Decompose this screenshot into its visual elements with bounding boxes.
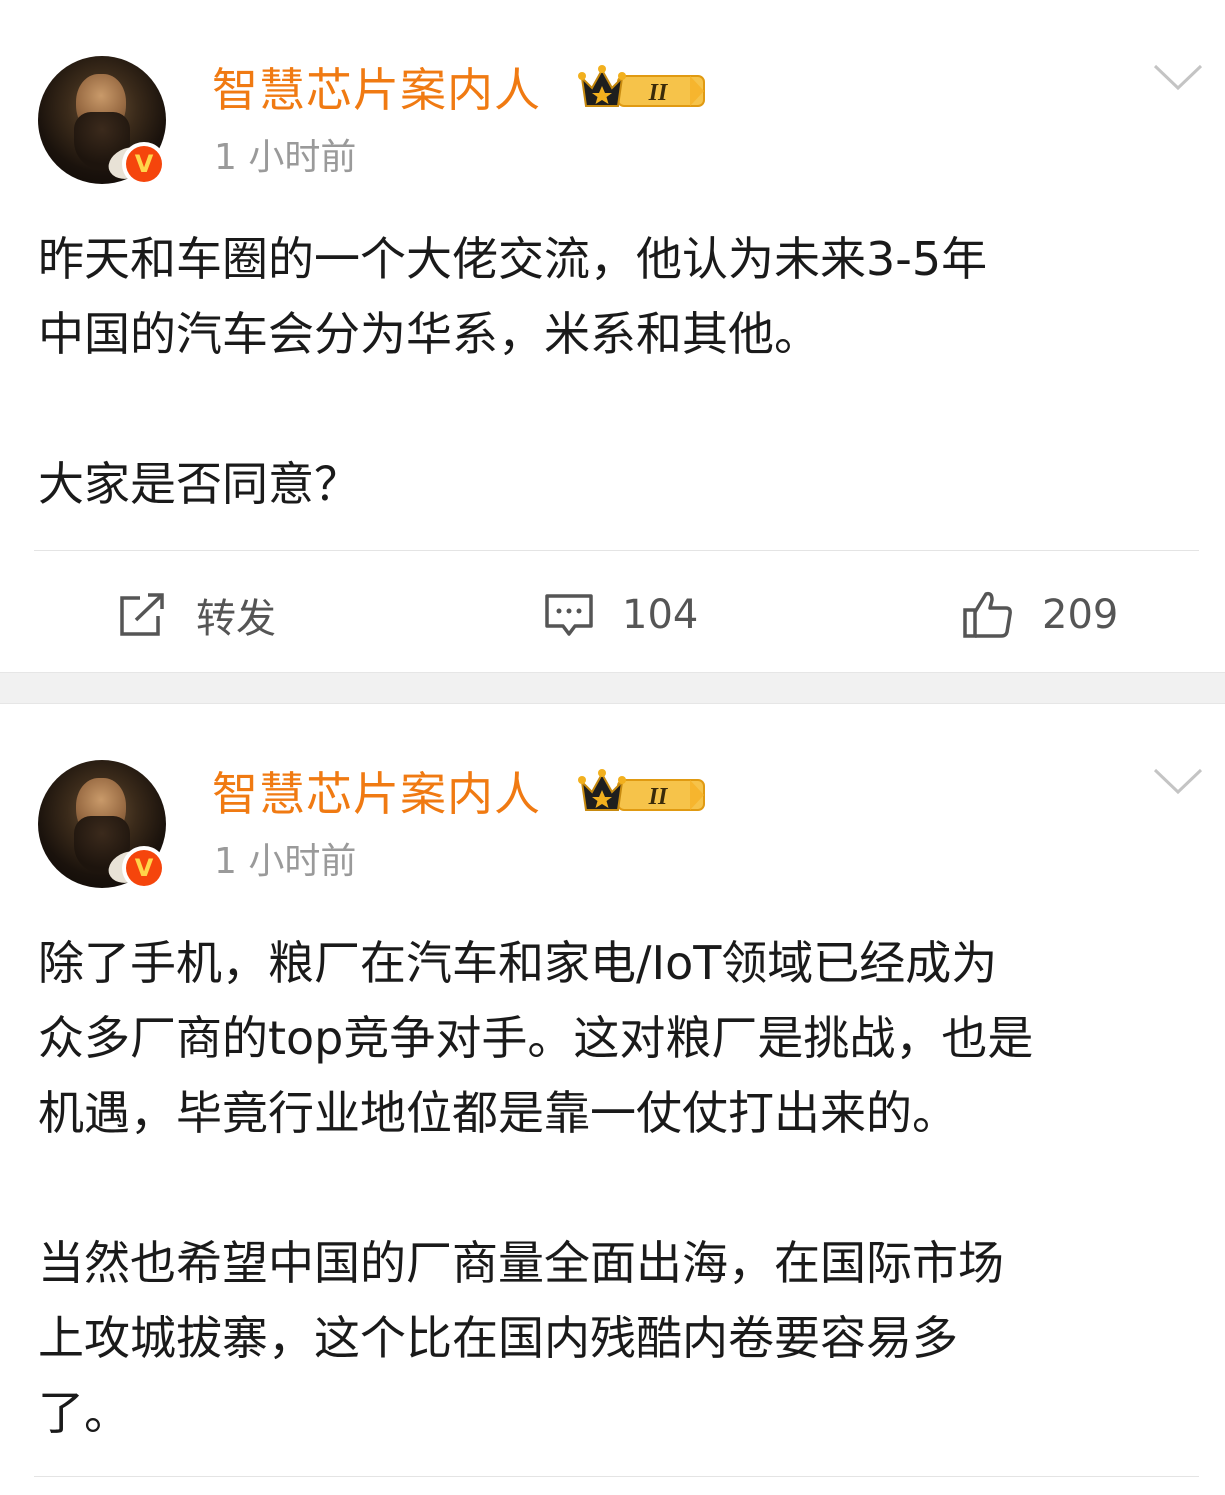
level-badge-text: II bbox=[648, 80, 669, 106]
post-text-line: 昨天和车圈的一个大佬交流，他认为未来3-5年 bbox=[38, 232, 988, 286]
verified-v-icon: V bbox=[122, 142, 166, 186]
chevron-down-icon[interactable] bbox=[1152, 766, 1204, 796]
thumbs-up-icon bbox=[963, 591, 1012, 638]
level-badge-text: II bbox=[648, 784, 669, 810]
divider bbox=[34, 550, 1199, 551]
crown-level-icon[interactable]: II bbox=[578, 768, 708, 820]
like-count: 209 bbox=[1042, 592, 1119, 638]
post-text-line: 众多厂商的top竞争对手。这对粮厂是挑战，也是 bbox=[38, 1011, 1034, 1065]
post-timestamp: 1 小时前 bbox=[214, 137, 357, 178]
action-bar: 转发 104 209 bbox=[0, 580, 1225, 650]
post-text-line: 上攻城拔寨，这个比在国内残酷内卷要容易多 bbox=[38, 1311, 958, 1365]
comment-button[interactable]: 104 bbox=[544, 580, 698, 650]
username[interactable]: 智慧芯片案内人 bbox=[212, 60, 541, 120]
post-text-line: 大家是否同意？ bbox=[38, 457, 360, 511]
verified-v-icon: V bbox=[122, 846, 166, 890]
post-text-line: 了。 bbox=[38, 1386, 130, 1440]
repost-icon bbox=[120, 593, 164, 636]
post-text-line: 除了手机，粮厂在汽车和家电/IoT领域已经成为 bbox=[38, 936, 998, 990]
post-content: 除了手机，粮厂在汽车和家电/IoT领域已经成为 众多厂商的top竞争对手。这对粮… bbox=[38, 926, 1195, 1451]
post-text-line: 中国的汽车会分为华系，米系和其他。 bbox=[38, 307, 820, 361]
post-text-line: 机遇，毕竟行业地位都是靠一仗仗打出来的。 bbox=[38, 1086, 958, 1140]
comment-icon bbox=[545, 594, 593, 636]
comment-count: 104 bbox=[622, 592, 699, 638]
post-card: V 智慧芯片案内人 II 1 小时前 昨天和车圈的一个大佬交流，他认为未来3-5… bbox=[0, 0, 1225, 672]
repost-label: 转发 bbox=[196, 596, 276, 642]
feed-separator bbox=[0, 672, 1225, 704]
divider bbox=[34, 1476, 1199, 1477]
post-content: 昨天和车圈的一个大佬交流，他认为未来3-5年 中国的汽车会分为华系，米系和其他。… bbox=[38, 222, 1195, 522]
post-card: V 智慧芯片案内人 II 1 小时前 除了手机，粮厂在汽车和家电/IoT领域已经… bbox=[0, 704, 1225, 1495]
post-timestamp: 1 小时前 bbox=[214, 841, 357, 882]
chevron-down-icon[interactable] bbox=[1152, 62, 1204, 92]
crown-level-icon[interactable]: II bbox=[578, 64, 708, 116]
repost-button[interactable]: 转发 bbox=[118, 580, 276, 650]
post-text-line: 当然也希望中国的厂商量全面出海，在国际市场 bbox=[38, 1236, 1004, 1290]
like-button[interactable]: 209 bbox=[962, 580, 1118, 650]
username[interactable]: 智慧芯片案内人 bbox=[212, 764, 541, 824]
